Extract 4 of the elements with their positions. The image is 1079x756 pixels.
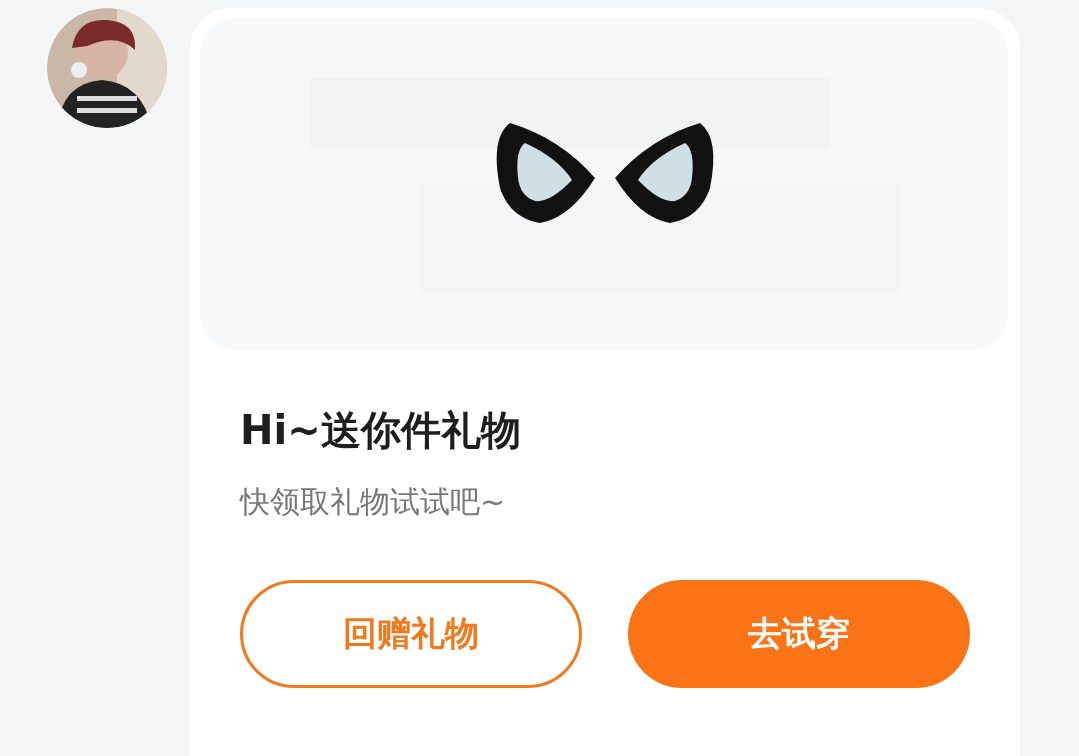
- message-text: 快领取礼物试试吧~: [240, 483, 507, 521]
- return-gift-button[interactable]: 回赠礼物: [240, 580, 582, 688]
- try-on-button[interactable]: 去试穿: [628, 580, 970, 688]
- message-title: Hi~送你件礼物: [240, 406, 522, 455]
